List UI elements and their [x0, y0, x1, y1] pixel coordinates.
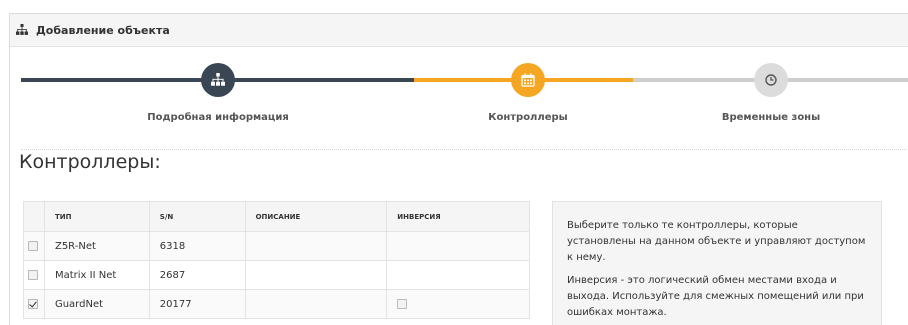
select-checkbox[interactable]: [28, 298, 38, 309]
column-header-type: ТИП: [43, 201, 150, 232]
controllers-table: ТИП S/N ОПИСАНИЕ ИНВЕРСИЯ Z5R-Net 6318 M…: [23, 201, 530, 319]
help-text-selection: Выберите только те контроллеры, которые …: [567, 220, 866, 263]
column-header-sn: S/N: [148, 201, 246, 232]
description-cell: [244, 231, 388, 261]
type-cell: GuardNet: [43, 289, 150, 319]
table-row: Matrix II Net 2687: [23, 260, 530, 290]
inversion-checkbox[interactable]: [397, 298, 408, 309]
table-row: GuardNet 20177: [23, 289, 530, 319]
select-checkbox[interactable]: [28, 269, 38, 280]
step-details[interactable]: [201, 63, 235, 97]
help-text-inversion: Инверсия - это логический обмен местами …: [567, 275, 864, 318]
section-title: Контроллеры:: [19, 151, 161, 173]
step-label-details[interactable]: Подробная информация: [118, 112, 318, 123]
step-controllers[interactable]: [511, 63, 545, 97]
column-header-inversion: ИНВЕРСИЯ: [386, 201, 530, 232]
inversion-cell: [386, 260, 530, 290]
description-cell: [244, 289, 388, 319]
sitemap-icon: [16, 24, 28, 35]
type-cell: Matrix II Net: [43, 260, 150, 290]
clock-icon: [765, 74, 777, 86]
step-time-zones[interactable]: [754, 63, 788, 97]
step-label-time-zones[interactable]: Временные зоны: [671, 112, 871, 123]
sitemap-icon: [211, 73, 225, 86]
inversion-cell: [386, 289, 530, 319]
sn-cell: 6318: [148, 231, 246, 261]
column-header-description: ОПИСАНИЕ: [244, 201, 388, 232]
step-label-controllers[interactable]: Контроллеры: [428, 112, 628, 123]
select-checkbox[interactable]: [28, 240, 38, 251]
inversion-cell: [386, 231, 530, 261]
table-row: Z5R-Net 6318: [23, 231, 530, 261]
calendar-icon: [521, 73, 535, 87]
section-divider: [21, 149, 908, 150]
select-cell: [23, 289, 45, 319]
select-column-header: [23, 201, 45, 232]
select-cell: [23, 231, 45, 261]
help-box: Выберите только те контроллеры, которые …: [552, 201, 882, 325]
type-cell: Z5R-Net: [43, 231, 150, 261]
select-cell: [23, 260, 45, 290]
description-cell: [244, 260, 388, 290]
panel-title: Добавление объекта: [36, 23, 170, 37]
table-header-row: ТИП S/N ОПИСАНИЕ ИНВЕРСИЯ: [23, 201, 530, 232]
wizard-steps: Подробная информация Контроллеры Временн…: [10, 61, 908, 131]
panel-header: Добавление объекта: [10, 14, 908, 47]
sn-cell: 20177: [148, 289, 246, 319]
sn-cell: 2687: [148, 260, 246, 290]
